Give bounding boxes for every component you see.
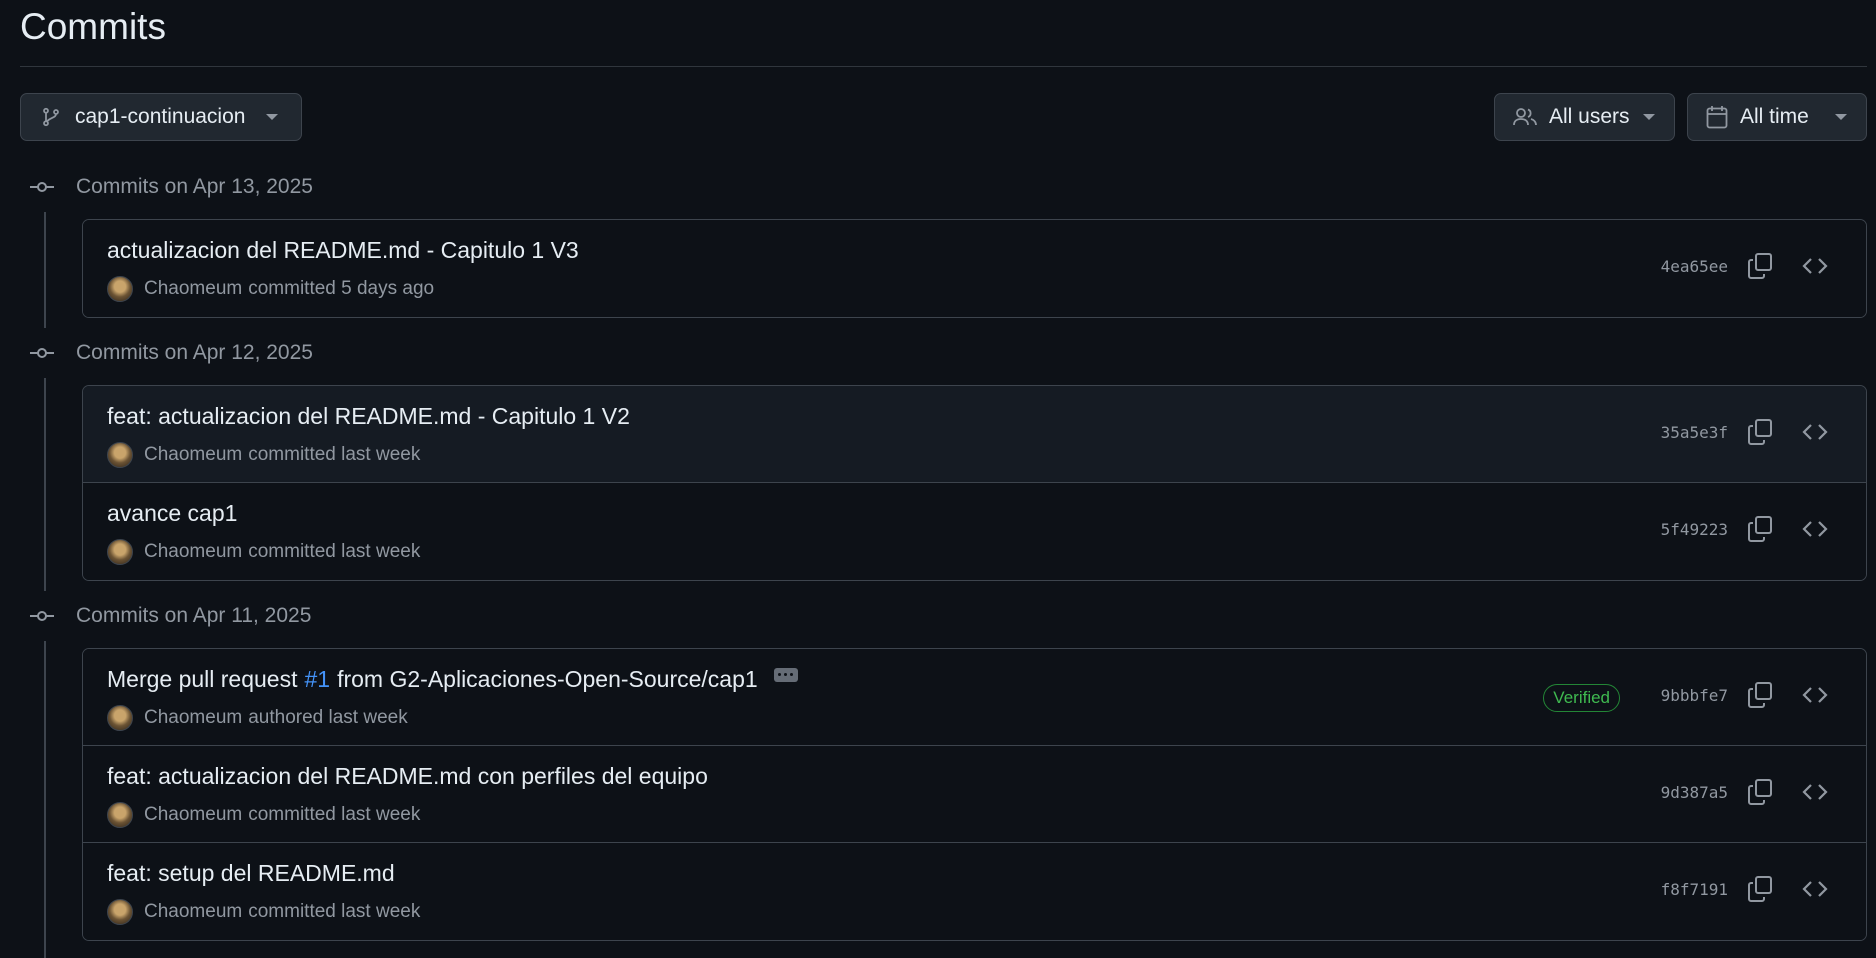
commit-row: feat: actualizacion del README.md con pe…: [83, 746, 1866, 843]
commit-author[interactable]: Chaomeum: [144, 278, 242, 300]
commit-sha-link[interactable]: f8f7191: [1661, 880, 1728, 899]
commit-sha-link[interactable]: 9d387a5: [1661, 783, 1728, 802]
git-branch-icon: [43, 107, 59, 127]
commit-message[interactable]: actualizacion del README.md - Capitulo 1…: [107, 237, 579, 264]
commit-date-label: Commits on Apr 12, 2025: [76, 341, 313, 364]
commit-date-header: Commits on Apr 13, 2025: [30, 172, 313, 202]
git-commit-icon: [30, 611, 54, 621]
avatar[interactable]: [107, 276, 133, 302]
commit-sha-link[interactable]: 35a5e3f: [1661, 423, 1728, 442]
pull-request-link[interactable]: #1: [305, 666, 331, 693]
commit-time: authored last week: [248, 707, 408, 728]
commit-author[interactable]: Chaomeum: [144, 444, 242, 466]
commit-date-label: Commits on Apr 11, 2025: [76, 604, 312, 627]
commit-author[interactable]: Chaomeum: [144, 541, 242, 563]
expand-description-button[interactable]: [773, 667, 798, 682]
commit-sha-link[interactable]: 4ea65ee: [1661, 257, 1728, 276]
users-filter-button[interactable]: All users: [1494, 93, 1675, 141]
browse-code-icon[interactable]: [1802, 253, 1828, 279]
commit-row: Merge pull request #1 from G2-Aplicacion…: [83, 649, 1866, 746]
commit-group: actualizacion del README.md - Capitulo 1…: [82, 219, 1867, 318]
avatar[interactable]: [107, 705, 133, 731]
verified-badge[interactable]: Verified: [1543, 684, 1620, 712]
branch-selector-label: cap1-continuacion: [75, 105, 246, 128]
copy-icon[interactable]: [1748, 779, 1772, 805]
browse-code-icon[interactable]: [1802, 682, 1828, 708]
browse-code-icon[interactable]: [1802, 779, 1828, 805]
commit-sha-link[interactable]: 9bbbfe7: [1661, 686, 1728, 705]
browse-code-icon[interactable]: [1802, 876, 1828, 902]
commit-time: committed last week: [248, 901, 421, 922]
git-commit-icon: [30, 182, 54, 192]
commit-author[interactable]: Chaomeum: [144, 901, 242, 923]
chevron-down-icon: [1643, 114, 1655, 120]
copy-icon[interactable]: [1748, 253, 1772, 279]
copy-icon[interactable]: [1748, 682, 1772, 708]
timeline-line: [44, 641, 46, 958]
avatar[interactable]: [107, 899, 133, 925]
commit-date-header: Commits on Apr 11, 2025: [30, 601, 311, 631]
avatar[interactable]: [107, 802, 133, 828]
commit-row: actualizacion del README.md - Capitulo 1…: [83, 220, 1866, 317]
browse-code-icon[interactable]: [1802, 516, 1828, 542]
commit-row: feat: setup del README.md Chaomeum commi…: [83, 843, 1866, 940]
time-filter-button[interactable]: All time: [1687, 93, 1867, 141]
commit-message-suffix[interactable]: from G2-Aplicaciones-Open-Source/cap1: [337, 666, 758, 693]
commit-date-header: Commits on Apr 12, 2025: [30, 338, 313, 368]
chevron-down-icon: [1835, 114, 1847, 120]
timeline-line: [44, 378, 46, 591]
commit-time: committed last week: [248, 541, 421, 562]
commit-time: committed last week: [248, 444, 421, 465]
commit-message[interactable]: feat: actualizacion del README.md - Capi…: [107, 403, 630, 430]
commit-time: committed 5 days ago: [248, 278, 435, 299]
calendar-icon: [1706, 106, 1728, 129]
avatar[interactable]: [107, 442, 133, 468]
commit-date-label: Commits on Apr 13, 2025: [76, 175, 313, 198]
users-filter-label: All users: [1549, 105, 1630, 128]
commit-group: feat: actualizacion del README.md - Capi…: [82, 385, 1867, 581]
commit-sha-link[interactable]: 5f49223: [1661, 520, 1728, 539]
copy-icon[interactable]: [1748, 876, 1772, 902]
page-title: Commits: [20, 6, 166, 47]
commit-message[interactable]: feat: setup del README.md: [107, 860, 395, 887]
commit-author[interactable]: Chaomeum: [144, 804, 242, 826]
people-icon: [1513, 108, 1537, 126]
time-filter-label: All time: [1740, 105, 1809, 128]
browse-code-icon[interactable]: [1802, 419, 1828, 445]
copy-icon[interactable]: [1748, 419, 1772, 445]
commit-message[interactable]: feat: actualizacion del README.md con pe…: [107, 763, 708, 790]
commit-author[interactable]: Chaomeum: [144, 707, 242, 729]
commit-row: avance cap1 Chaomeum committed last week…: [83, 483, 1866, 580]
commit-message: Merge pull request #1 from G2-Aplicacion…: [107, 666, 798, 693]
commit-message-prefix[interactable]: Merge pull request: [107, 666, 298, 693]
timeline-line: [44, 212, 46, 328]
commit-message[interactable]: avance cap1: [107, 500, 237, 527]
commit-group: Merge pull request #1 from G2-Aplicacion…: [82, 648, 1867, 941]
commit-row: feat: actualizacion del README.md - Capi…: [83, 386, 1866, 483]
title-divider: [20, 66, 1867, 67]
avatar[interactable]: [107, 539, 133, 565]
chevron-down-icon: [266, 114, 278, 120]
git-commit-icon: [30, 348, 54, 358]
copy-icon[interactable]: [1748, 516, 1772, 542]
commit-time: committed last week: [248, 804, 421, 825]
branch-selector-button[interactable]: cap1-continuacion: [20, 93, 302, 141]
